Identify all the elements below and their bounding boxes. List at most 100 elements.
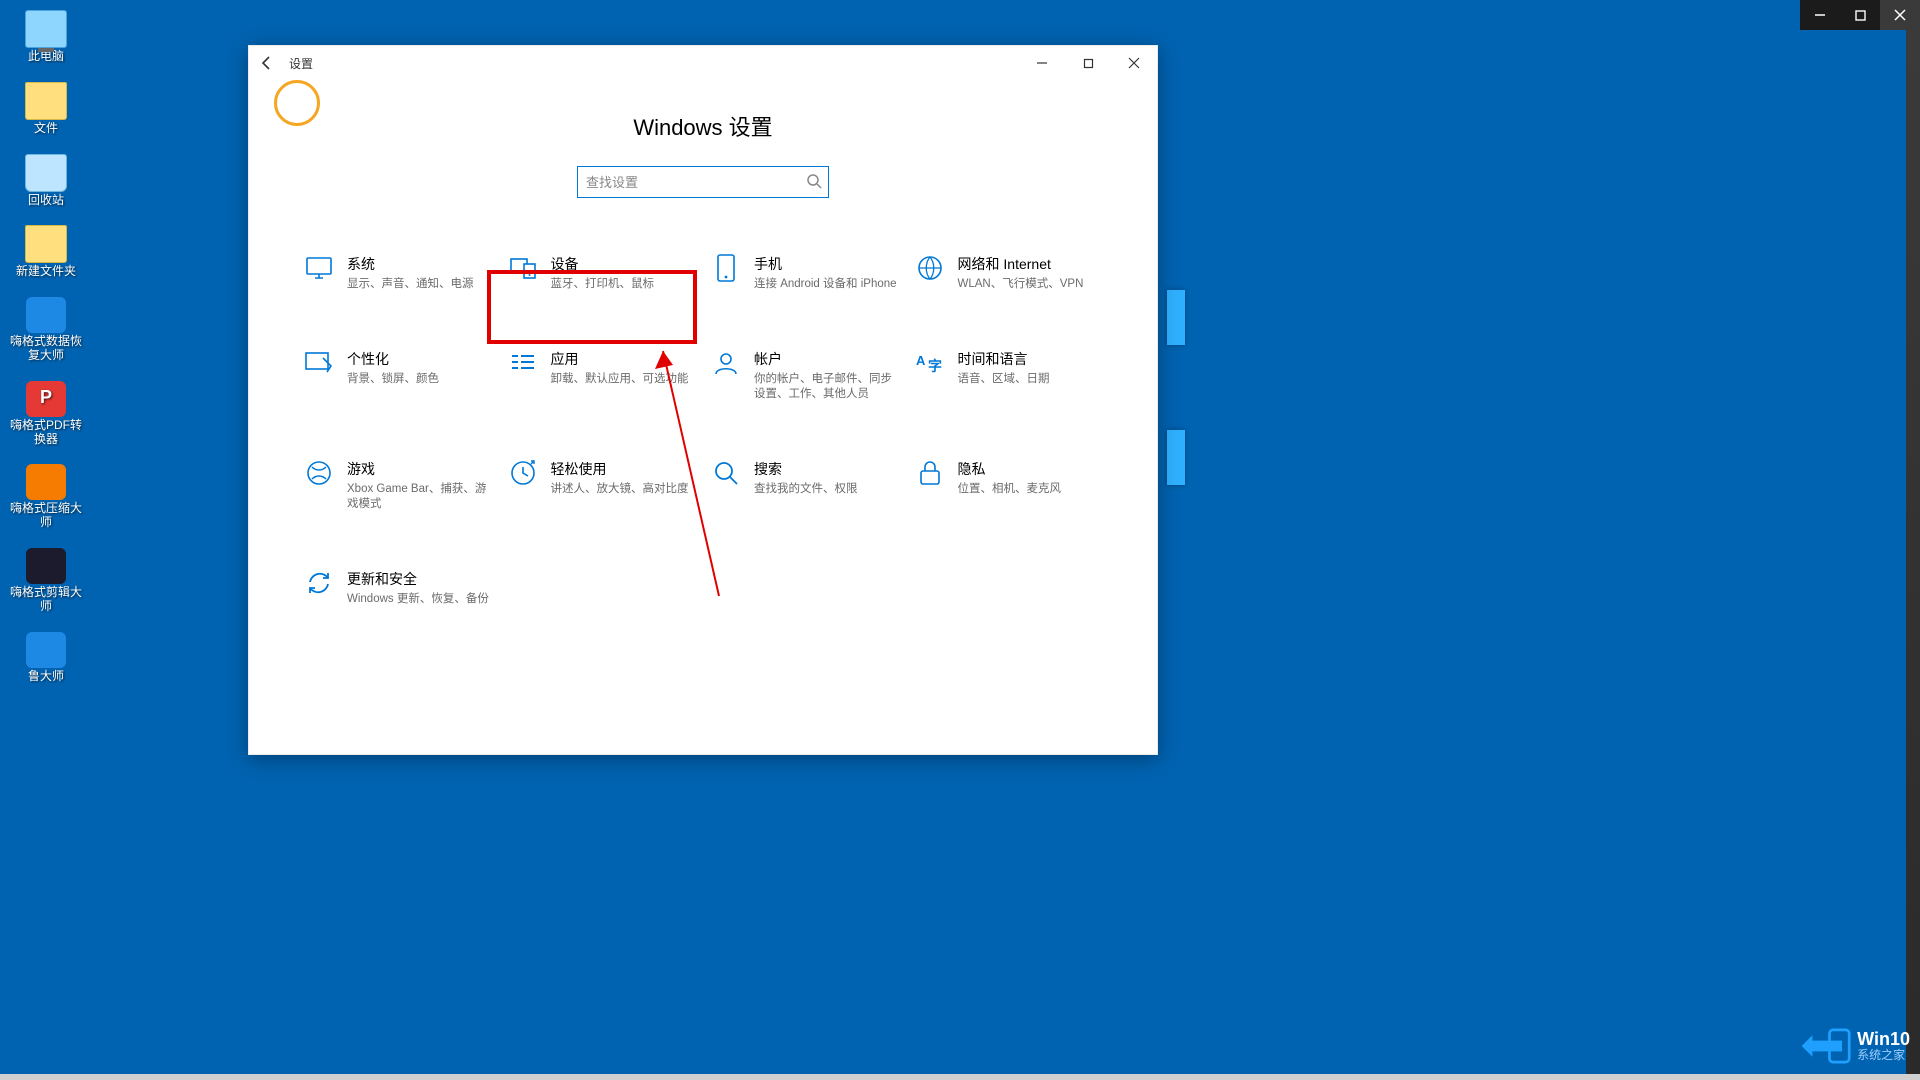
desktop-icon-data-recovery[interactable]: 嗨格式数据恢复大师 (6, 297, 86, 363)
maximize-button[interactable] (1065, 46, 1111, 80)
desktop-icon-ludashi[interactable]: 鲁大师 (6, 632, 86, 684)
tile-title: 网络和 Internet (958, 254, 1084, 274)
tile-subtitle: 你的帐户、电子邮件、同步设置、工作、其他人员 (754, 372, 898, 403)
close-button[interactable] (1111, 46, 1157, 80)
tile-title: 游戏 (347, 459, 491, 479)
desktop-icon-files[interactable]: 文件 (6, 82, 86, 136)
apps-icon (509, 349, 537, 377)
tile-phone[interactable]: 手机 连接 Android 设备和 iPhone (708, 248, 902, 299)
desktop-icon-label: 回收站 (6, 194, 86, 208)
sync-icon (305, 569, 333, 597)
svg-text:A: A (916, 353, 926, 368)
search-input[interactable] (578, 167, 828, 197)
xbox-icon (305, 459, 333, 487)
desktop-icon-label: 嗨格式剪辑大师 (6, 586, 86, 614)
tile-title: 个性化 (347, 349, 439, 369)
desktop-accent (1167, 430, 1185, 485)
lock-icon (916, 459, 944, 487)
desktop-icon-label: 嗨格式PDF转换器 (6, 419, 86, 447)
tile-subtitle: 连接 Android 设备和 iPhone (754, 277, 897, 293)
system-icon (305, 254, 333, 282)
tile-accounts[interactable]: 帐户 你的帐户、电子邮件、同步设置、工作、其他人员 (708, 343, 902, 409)
settings-tiles-grid: 系统 显示、声音、通知、电源 设备 蓝牙、打印机、鼠标 手机 连接 Androi… (249, 248, 1157, 613)
desktop-icon-label: 新建文件夹 (6, 265, 86, 279)
tile-title: 系统 (347, 254, 474, 274)
desktop-icon-recycle-bin[interactable]: 回收站 (6, 154, 86, 208)
tile-subtitle: 位置、相机、麦克风 (958, 482, 1062, 498)
desktop-icon-this-pc[interactable]: 此电脑 (6, 10, 86, 64)
ease-of-access-icon (509, 459, 537, 487)
tile-title: 帐户 (754, 349, 898, 369)
tile-subtitle: Xbox Game Bar、捕获、游戏模式 (347, 482, 491, 513)
tile-network[interactable]: 网络和 Internet WLAN、飞行模式、VPN (912, 248, 1106, 299)
tile-title: 隐私 (958, 459, 1062, 479)
desktop-icon-video-editor[interactable]: 嗨格式剪辑大师 (6, 548, 86, 614)
desktop-icon-label: 鲁大师 (6, 670, 86, 684)
devices-icon (509, 254, 537, 282)
outer-window-controls (1800, 0, 1920, 30)
tile-title: 搜索 (754, 459, 858, 479)
watermark-logo-icon (1799, 1020, 1851, 1072)
outer-scrollbar[interactable] (1906, 30, 1920, 1080)
settings-heading: Windows 设置 (249, 110, 1157, 142)
settings-titlebar: 设置 (249, 46, 1157, 80)
desktop-icon-label: 嗨格式数据恢复大师 (6, 335, 86, 363)
watermark: Win10 系统之家 (1789, 1012, 1920, 1080)
tile-title: 轻松使用 (551, 459, 689, 479)
tile-subtitle: 讲述人、放大镜、高对比度 (551, 482, 689, 498)
desktop-icon-compressor[interactable]: 嗨格式压缩大师 (6, 464, 86, 530)
outer-minimize-button[interactable] (1800, 0, 1840, 30)
tile-apps[interactable]: 应用 卸载、默认应用、可选功能 (505, 343, 699, 409)
tile-subtitle: 显示、声音、通知、电源 (347, 277, 474, 293)
desktop-icon-label: 此电脑 (6, 50, 86, 64)
app-icon (26, 381, 66, 417)
back-button[interactable] (253, 49, 281, 77)
minimize-button[interactable] (1019, 46, 1065, 80)
computer-icon (25, 10, 67, 48)
tile-subtitle: 语音、区域、日期 (958, 372, 1050, 388)
tile-gaming[interactable]: 游戏 Xbox Game Bar、捕获、游戏模式 (301, 453, 495, 519)
desktop-icon-new-folder[interactable]: 新建文件夹 (6, 225, 86, 279)
desktop-icons: 此电脑 文件 回收站 新建文件夹 嗨格式数据恢复大师 嗨格式PDF转换器 嗨格式… (6, 10, 86, 683)
desktop-icon-pdf-converter[interactable]: 嗨格式PDF转换器 (6, 381, 86, 447)
desktop-accent (1167, 290, 1185, 345)
svg-text:字: 字 (928, 358, 942, 374)
outer-maximize-button[interactable] (1840, 0, 1880, 30)
app-icon (26, 464, 66, 500)
settings-window-title: 设置 (289, 55, 313, 72)
tile-ease-of-access[interactable]: 轻松使用 讲述人、放大镜、高对比度 (505, 453, 699, 519)
arrow-left-icon (259, 55, 275, 71)
tile-subtitle: Windows 更新、恢复、备份 (347, 592, 489, 608)
phone-icon (712, 254, 740, 282)
globe-icon (916, 254, 944, 282)
watermark-brand: Win10 (1857, 1030, 1910, 1050)
desktop-icon-label: 嗨格式压缩大师 (6, 502, 86, 530)
tile-title: 手机 (754, 254, 897, 274)
tile-privacy[interactable]: 隐私 位置、相机、麦克风 (912, 453, 1106, 519)
outer-close-button[interactable] (1880, 0, 1920, 30)
tile-subtitle: WLAN、飞行模式、VPN (958, 277, 1084, 293)
tile-search[interactable]: 搜索 查找我的文件、权限 (708, 453, 902, 519)
watermark-sub: 系统之家 (1857, 1049, 1910, 1062)
app-icon (26, 548, 66, 584)
accounts-icon (712, 349, 740, 377)
settings-window: 设置 Windows 设置 系统 显示、声音、通知、电源 (248, 45, 1158, 755)
tile-system[interactable]: 系统 显示、声音、通知、电源 (301, 248, 495, 299)
app-icon (26, 632, 66, 668)
tile-update-security[interactable]: 更新和安全 Windows 更新、恢复、备份 (301, 563, 495, 614)
tile-title: 更新和安全 (347, 569, 489, 589)
settings-search[interactable] (577, 166, 829, 198)
tile-subtitle: 查找我的文件、权限 (754, 482, 858, 498)
tile-subtitle: 背景、锁屏、颜色 (347, 372, 439, 388)
personalization-icon (305, 349, 333, 377)
tile-title: 时间和语言 (958, 349, 1050, 369)
desktop-icon-label: 文件 (6, 122, 86, 136)
tile-devices[interactable]: 设备 蓝牙、打印机、鼠标 (505, 248, 699, 299)
tile-subtitle: 蓝牙、打印机、鼠标 (551, 277, 655, 293)
tile-time-language[interactable]: A字 时间和语言 语音、区域、日期 (912, 343, 1106, 409)
folder-icon (25, 82, 67, 120)
search-icon (712, 459, 740, 487)
tile-personalization[interactable]: 个性化 背景、锁屏、颜色 (301, 343, 495, 409)
app-icon (26, 297, 66, 333)
folder-icon (25, 225, 67, 263)
